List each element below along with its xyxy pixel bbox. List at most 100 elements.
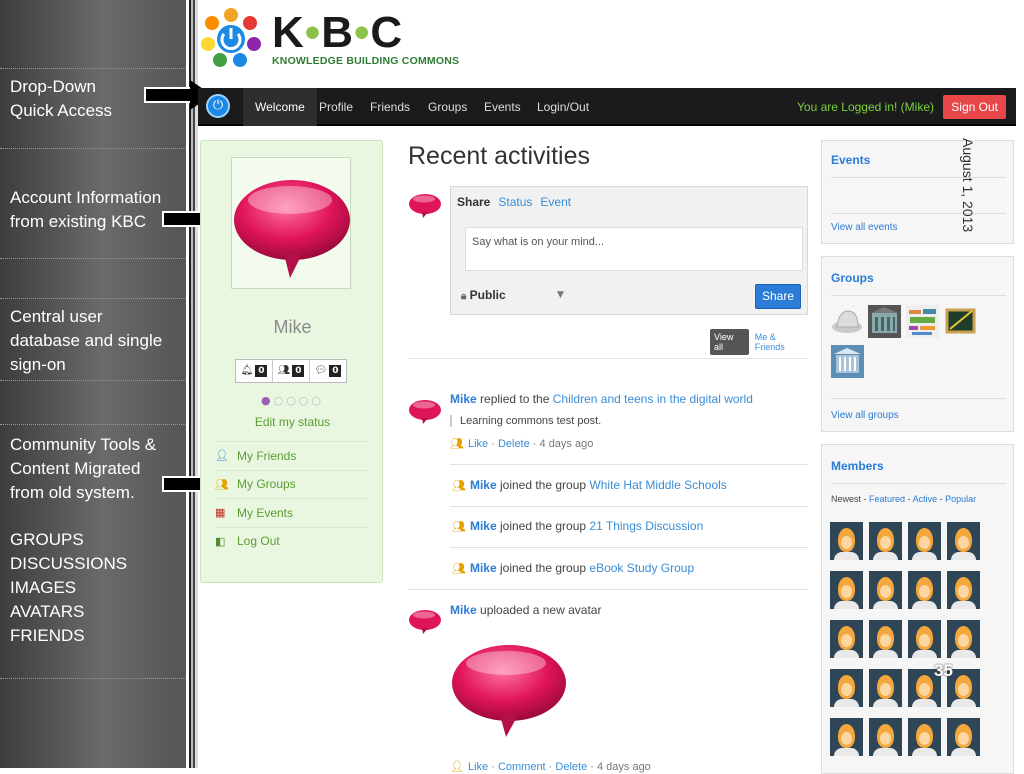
events-widget: Events View all events (821, 140, 1014, 244)
nav-profile[interactable]: Profile (319, 88, 353, 126)
member-avatar[interactable] (830, 718, 863, 756)
member-avatar[interactable] (908, 620, 941, 658)
calendar-icon: ▦ (215, 507, 226, 520)
nav-welcome[interactable]: Welcome (243, 88, 317, 126)
menu-my-friends[interactable]: 👤︎ My Friends (215, 441, 369, 470)
group-thumbnail-wordcloud[interactable] (906, 305, 939, 338)
tab-share[interactable]: Share (457, 195, 490, 209)
divider (831, 213, 1006, 214)
drop-icon: ○ (311, 394, 325, 407)
edit-status-link[interactable]: Edit my status (201, 415, 384, 429)
events-title[interactable]: Events (831, 153, 870, 167)
sign-out-button[interactable]: Sign Out (943, 95, 1006, 119)
members-title[interactable]: Members (831, 459, 884, 473)
member-avatar[interactable] (947, 571, 980, 609)
activity-target-link[interactable]: eBook Study Group (589, 561, 694, 575)
member-avatar[interactable] (908, 571, 941, 609)
logo-subtitle: KNOWLEDGE BUILDING COMMONS (272, 55, 460, 67)
menu-my-groups[interactable]: 👥︎ My Groups (215, 469, 369, 499)
member-avatar[interactable] (869, 522, 902, 560)
member-avatar[interactable] (908, 522, 941, 560)
members-filter: Newest - Featured - Active - Popular (831, 494, 977, 504)
drop-icon: ○ (273, 394, 287, 407)
nav-friends[interactable]: Friends (370, 88, 410, 126)
filter-me-friends[interactable]: Me & Friends (755, 332, 808, 352)
divider (450, 506, 808, 507)
notifications-counter[interactable]: 🔔︎ 0 (236, 360, 273, 382)
menu-label: Log Out (237, 534, 280, 549)
group-thumbnail-library[interactable] (831, 345, 864, 378)
tab-status[interactable]: Status (498, 195, 532, 209)
activity-target-link[interactable]: Children and teens in the digital world (553, 392, 753, 406)
nav-login-out[interactable]: Login/Out (537, 88, 589, 126)
menu-my-events[interactable]: ▦ My Events (215, 498, 369, 527)
speech-bubble-avatar-icon (409, 194, 441, 218)
member-avatar[interactable] (869, 571, 902, 609)
quick-access-power-icon[interactable]: ⏻ (206, 94, 230, 118)
view-all-events-link[interactable]: View all events (831, 222, 898, 233)
page-title: Recent activities (408, 142, 591, 170)
annotation-divider (0, 678, 186, 679)
delete-link[interactable]: Delete (555, 761, 587, 773)
activity-user-link[interactable]: Mike (450, 392, 477, 406)
filter-popular[interactable]: Popular (945, 494, 976, 504)
divider (450, 547, 808, 548)
group-thumbnail-building[interactable] (868, 305, 901, 338)
view-all-groups-link[interactable]: View all groups (831, 410, 899, 421)
member-avatar[interactable] (830, 522, 863, 560)
friend-requests-counter[interactable]: 👥︎ 0 (273, 360, 310, 382)
status-input[interactable]: Say what is on your mind... (465, 227, 803, 271)
member-avatar[interactable] (947, 620, 980, 658)
divider (831, 483, 1006, 484)
comment-link[interactable]: Comment (498, 761, 546, 773)
group-thumbnail-hat[interactable] (831, 305, 864, 338)
privacy-select[interactable]: 🔒︎ Public (461, 288, 506, 302)
annotation-line: GROUPS (10, 530, 84, 549)
groups-title[interactable]: Groups (831, 271, 874, 285)
member-avatar[interactable] (947, 522, 980, 560)
annotation-central-db: Central user database and single sign-on (10, 305, 162, 377)
member-avatar[interactable] (869, 718, 902, 756)
member-avatar[interactable] (830, 571, 863, 609)
uploaded-avatar-image[interactable] (450, 643, 568, 739)
like-link[interactable]: Like (468, 761, 488, 773)
member-avatar[interactable] (869, 669, 902, 707)
member-avatar[interactable] (869, 620, 902, 658)
filter-featured[interactable]: Featured (869, 494, 905, 504)
activity-user-link[interactable]: Mike (470, 561, 497, 575)
annotation-line: sign-on (10, 355, 66, 374)
like-link[interactable]: Like (468, 438, 488, 450)
menu-log-out[interactable]: ◧ Log Out (215, 526, 369, 556)
nav-groups[interactable]: Groups (428, 88, 467, 126)
filter-newest[interactable]: Newest (831, 494, 861, 504)
activity-text: joined the group (496, 519, 590, 533)
activity-user-link[interactable]: Mike (470, 478, 497, 492)
member-avatar[interactable] (830, 620, 863, 658)
nav-events[interactable]: Events (484, 88, 521, 126)
notification-counters: 🔔︎ 0 👥︎ 0 💬︎ 0 (235, 359, 347, 383)
activity-target-link[interactable]: 21 Things Discussion (589, 519, 703, 533)
share-button[interactable]: Share (755, 284, 801, 309)
annotation-line: Account Information (10, 188, 162, 207)
tab-event[interactable]: Event (540, 195, 571, 209)
delete-link[interactable]: Delete (498, 438, 530, 450)
annotation-line: Central user (10, 307, 103, 326)
member-avatar[interactable] (830, 669, 863, 707)
activity-user-link[interactable]: Mike (470, 519, 497, 533)
chevron-down-icon[interactable]: ▼ (557, 290, 564, 300)
filter-view-all[interactable]: View all (710, 329, 749, 355)
activity-time: 4 days ago (539, 438, 594, 450)
group-thumbnail-slate[interactable] (944, 305, 977, 338)
share-tabs: Share Status Event (457, 195, 571, 209)
profile-avatar[interactable] (231, 157, 351, 289)
messages-counter[interactable]: 💬︎ 0 (310, 360, 346, 382)
activity-target-link[interactable]: White Hat Middle Schools (589, 478, 726, 492)
activity-user-link[interactable]: Mike (450, 603, 477, 617)
kbc-logo[interactable]: K•B•C KNOWLEDGE BUILDING COMMONS (200, 6, 470, 67)
filter-active[interactable]: Active (913, 494, 938, 504)
logo-letter: C (370, 8, 404, 57)
people-icon: 👥︎ (450, 438, 464, 450)
member-avatar[interactable] (908, 718, 941, 756)
annotation-community-tools: Community Tools & Content Migrated from … (10, 433, 156, 505)
member-avatar[interactable] (947, 718, 980, 756)
